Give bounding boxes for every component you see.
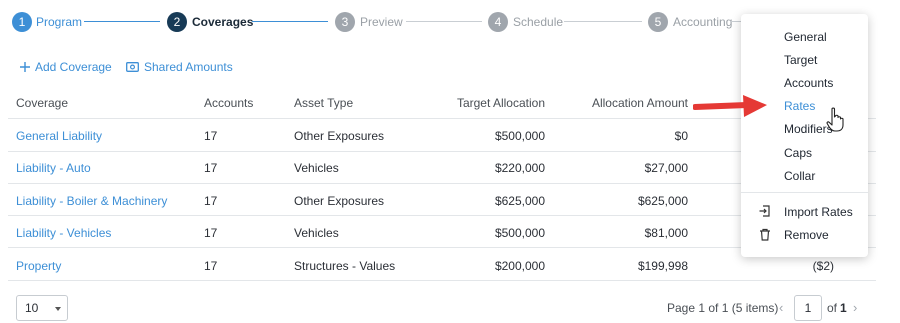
column-header-asset-type[interactable]: Asset Type [294, 96, 353, 110]
column-header-target-allocation[interactable]: Target Allocation [445, 96, 545, 110]
menu-divider [741, 192, 868, 193]
total-pages: 1 [840, 301, 847, 315]
asset-type-cell: Structures - Values [294, 259, 396, 273]
money-icon [126, 62, 139, 72]
step-connector [406, 21, 482, 22]
step-connector [84, 21, 160, 22]
coverage-actions-menu: General Target Accounts Rates Modifiers … [741, 14, 868, 257]
coverage-link[interactable]: Liability - Boiler & Machinery [16, 194, 167, 208]
target-allocation-cell: $220,000 [494, 161, 545, 175]
coverage-link[interactable]: Liability - Auto [16, 161, 91, 175]
trash-icon [760, 228, 770, 241]
step-2-label[interactable]: Coverages [192, 15, 253, 29]
chevron-down-icon [55, 307, 61, 311]
accounts-cell: 17 [204, 129, 218, 143]
chevron-left-icon[interactable]: ‹ [779, 300, 783, 315]
row-divider [8, 280, 876, 281]
target-allocation-cell: $625,000 [494, 194, 545, 208]
shared-amounts-label: Shared Amounts [144, 60, 233, 74]
step-connector [252, 21, 328, 22]
step-1-label[interactable]: Program [36, 15, 82, 29]
step-2-number[interactable]: 2 [167, 12, 187, 32]
asset-type-cell: Other Exposures [294, 129, 385, 143]
shared-amounts-button[interactable]: Shared Amounts [126, 60, 233, 74]
menu-item-rates[interactable]: Rates [784, 99, 815, 113]
asset-type-cell: Other Exposures [294, 194, 385, 208]
coverage-link[interactable]: Liability - Vehicles [16, 226, 111, 240]
step-4-label[interactable]: Schedule [513, 15, 563, 29]
target-allocation-cell: $500,000 [494, 226, 545, 240]
step-5-label[interactable]: Accounting [673, 15, 732, 29]
step-3-label[interactable]: Preview [360, 15, 403, 29]
asset-type-cell: Vehicles [294, 226, 339, 240]
column-header-allocation-amount[interactable]: Allocation Amount [578, 96, 688, 110]
allocation-amount-cell: $199,998 [637, 259, 688, 273]
menu-item-accounts[interactable]: Accounts [784, 76, 833, 90]
import-icon [759, 205, 770, 217]
of-label: of [827, 301, 838, 315]
menu-item-remove[interactable]: Remove [784, 228, 829, 242]
allocation-amount-cell: $27,000 [644, 161, 688, 175]
column-header-coverage[interactable]: Coverage [16, 96, 68, 110]
step-1-number[interactable]: 1 [12, 12, 32, 32]
add-coverage-label: Add Coverage [35, 60, 112, 74]
page-size-select[interactable]: 10 [16, 295, 68, 321]
difference-cell: ($2) [812, 259, 834, 273]
coverage-link[interactable]: General Liability [16, 129, 102, 143]
menu-item-collar[interactable]: Collar [784, 169, 815, 183]
page-size-value: 10 [25, 301, 39, 315]
accounts-cell: 17 [204, 259, 218, 273]
allocation-amount-cell: $625,000 [637, 194, 688, 208]
menu-item-general[interactable]: General [784, 30, 827, 44]
step-connector [564, 21, 642, 22]
allocation-amount-cell: $0 [674, 129, 688, 143]
accounts-cell: 17 [204, 226, 218, 240]
coverage-link[interactable]: Property [16, 259, 61, 273]
column-header-accounts[interactable]: Accounts [204, 96, 253, 110]
step-3-number[interactable]: 3 [335, 12, 355, 32]
hand-cursor-icon [826, 107, 844, 132]
plus-icon [20, 62, 30, 72]
allocation-amount-cell: $81,000 [644, 226, 688, 240]
menu-item-target[interactable]: Target [784, 53, 817, 67]
target-allocation-cell: $200,000 [494, 259, 545, 273]
page-number-input[interactable]: 1 [794, 295, 822, 321]
accounts-cell: 17 [204, 161, 218, 175]
accounts-cell: 17 [204, 194, 218, 208]
step-5-number[interactable]: 5 [648, 12, 668, 32]
asset-type-cell: Vehicles [294, 161, 339, 175]
annotation-arrow-icon [693, 95, 767, 117]
menu-item-caps[interactable]: Caps [784, 146, 812, 160]
page-info: Page 1 of 1 (5 items) [667, 301, 779, 315]
add-coverage-button[interactable]: Add Coverage [20, 60, 112, 74]
step-4-number[interactable]: 4 [488, 12, 508, 32]
chevron-right-icon[interactable]: › [853, 300, 857, 315]
target-allocation-cell: $500,000 [494, 129, 545, 143]
menu-item-import-rates[interactable]: Import Rates [784, 205, 853, 219]
